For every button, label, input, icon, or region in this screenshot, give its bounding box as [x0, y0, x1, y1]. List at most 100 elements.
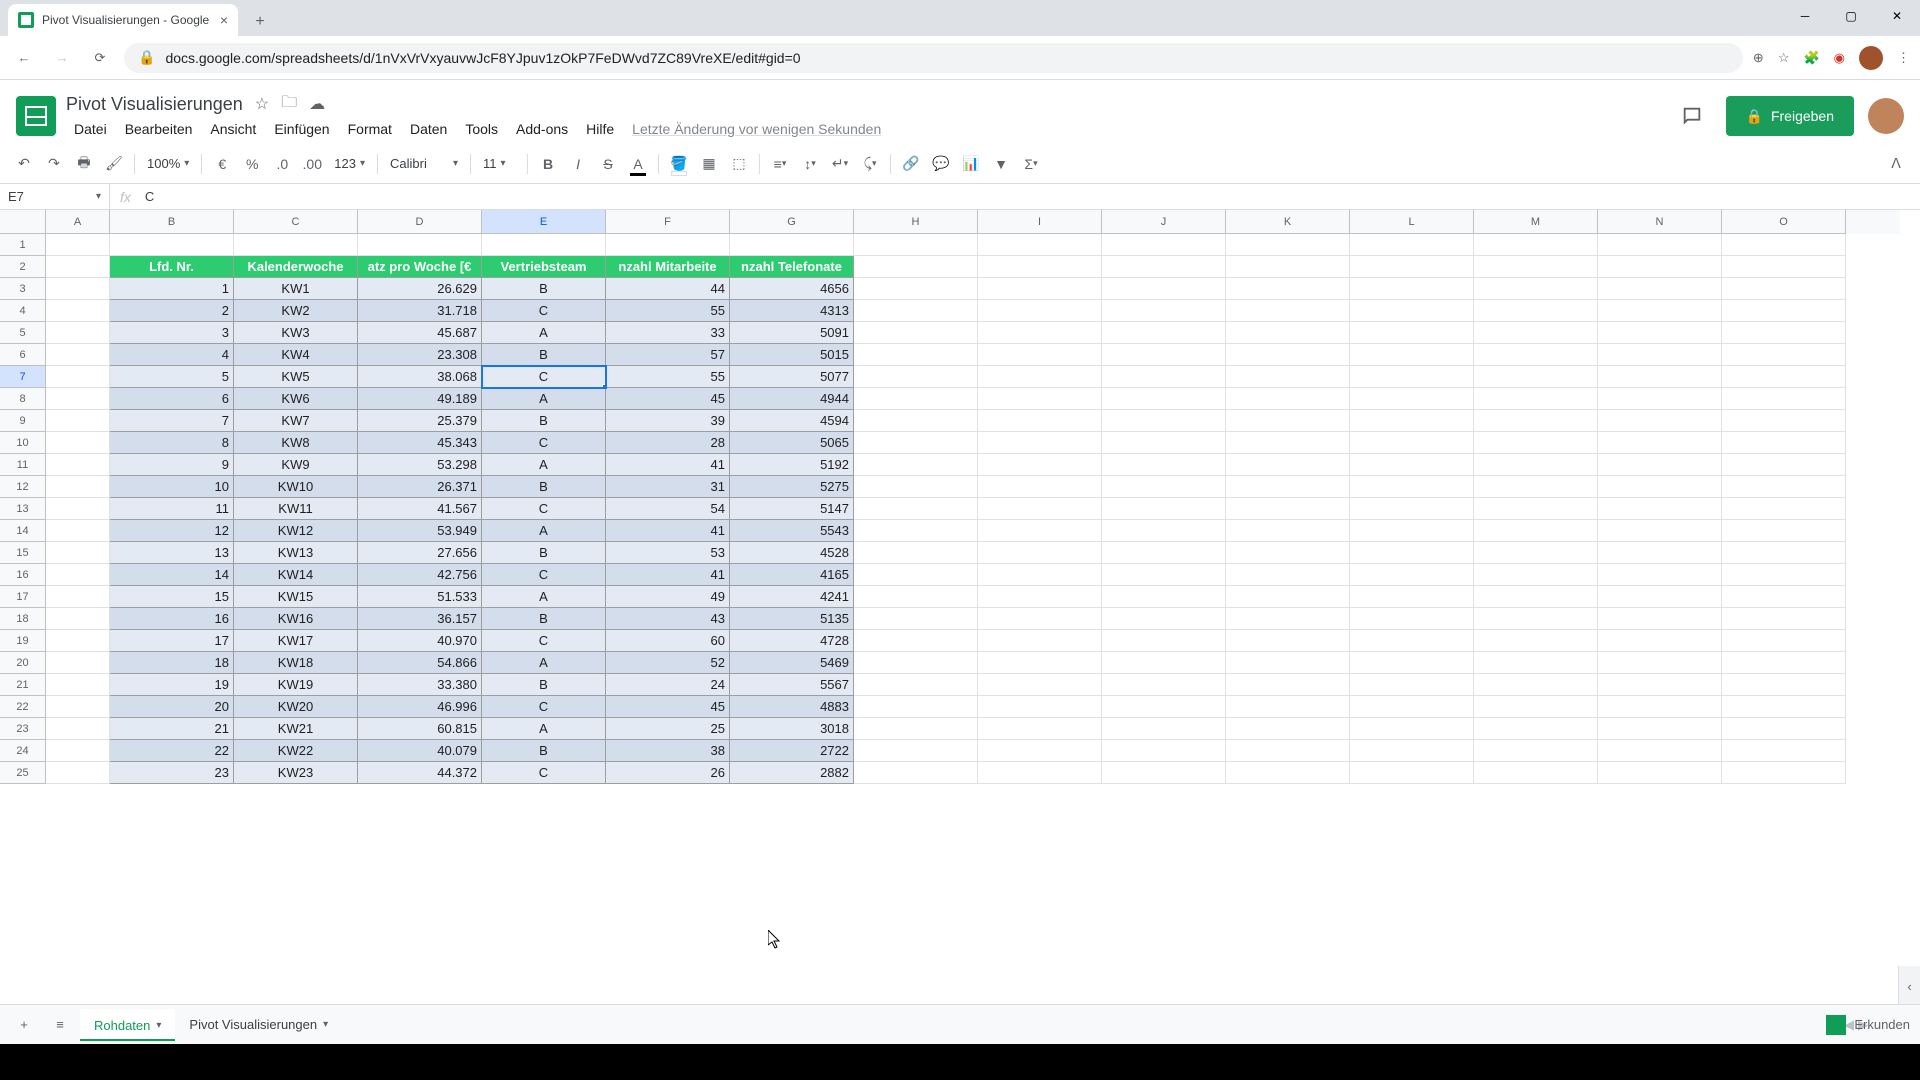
cell-C2[interactable]: Kalenderwoche — [234, 256, 358, 278]
row-header[interactable]: 8 — [0, 388, 46, 410]
cell-O14[interactable] — [1722, 520, 1846, 542]
cell-A13[interactable] — [46, 498, 110, 520]
cell-N20[interactable] — [1598, 652, 1722, 674]
cell-M6[interactable] — [1474, 344, 1598, 366]
cell-N8[interactable] — [1598, 388, 1722, 410]
cell-E21[interactable]: B — [482, 674, 606, 696]
selection-handle[interactable] — [602, 384, 606, 388]
cell-D11[interactable]: 53.298 — [358, 454, 482, 476]
cell-A20[interactable] — [46, 652, 110, 674]
cell-C25[interactable]: KW23 — [234, 762, 358, 784]
spreadsheet-grid[interactable]: ABCDEFGHIJKLMNO 12Lfd. Nr.Kalenderwochea… — [0, 210, 1900, 1004]
cell-H3[interactable] — [854, 278, 978, 300]
cell-D2[interactable]: atz pro Woche [€ — [358, 256, 482, 278]
row-header[interactable]: 23 — [0, 718, 46, 740]
insert-chart-icon[interactable]: 📊 — [957, 150, 985, 178]
cell-N17[interactable] — [1598, 586, 1722, 608]
col-header-L[interactable]: L — [1350, 210, 1474, 234]
row-header[interactable]: 6 — [0, 344, 46, 366]
cell-O6[interactable] — [1722, 344, 1846, 366]
cell-F12[interactable]: 31 — [606, 476, 730, 498]
cell-I18[interactable] — [978, 608, 1102, 630]
cell-L22[interactable] — [1350, 696, 1474, 718]
cell-K21[interactable] — [1226, 674, 1350, 696]
cell-C11[interactable]: KW9 — [234, 454, 358, 476]
zoom-select[interactable]: 100%▾ — [141, 151, 195, 177]
cell-I4[interactable] — [978, 300, 1102, 322]
cell-H12[interactable] — [854, 476, 978, 498]
cell-G12[interactable]: 5275 — [730, 476, 854, 498]
row-header[interactable]: 21 — [0, 674, 46, 696]
cell-L9[interactable] — [1350, 410, 1474, 432]
cell-F5[interactable]: 33 — [606, 322, 730, 344]
sheet-tab-rohdaten[interactable]: Rohdaten▾ — [80, 1009, 175, 1041]
cell-N2[interactable] — [1598, 256, 1722, 278]
cell-J1[interactable] — [1102, 234, 1226, 256]
cell-I3[interactable] — [978, 278, 1102, 300]
cell-J18[interactable] — [1102, 608, 1226, 630]
cell-D17[interactable]: 51.533 — [358, 586, 482, 608]
cell-G23[interactable]: 3018 — [730, 718, 854, 740]
cell-O8[interactable] — [1722, 388, 1846, 410]
cell-L11[interactable] — [1350, 454, 1474, 476]
document-title[interactable]: Pivot Visualisierungen — [66, 94, 243, 115]
cell-B24[interactable]: 22 — [110, 740, 234, 762]
last-edit-text[interactable]: Letzte Änderung vor wenigen Sekunden — [632, 121, 881, 137]
menu-hilfe[interactable]: Hilfe — [578, 119, 622, 139]
col-header-I[interactable]: I — [978, 210, 1102, 234]
cell-D21[interactable]: 33.380 — [358, 674, 482, 696]
add-sheet-button[interactable]: + — [8, 1009, 40, 1041]
cell-L25[interactable] — [1350, 762, 1474, 784]
cell-K23[interactable] — [1226, 718, 1350, 740]
sheets-logo-icon[interactable] — [16, 96, 56, 136]
cell-B6[interactable]: 4 — [110, 344, 234, 366]
cell-F11[interactable]: 41 — [606, 454, 730, 476]
cell-I20[interactable] — [978, 652, 1102, 674]
cell-K10[interactable] — [1226, 432, 1350, 454]
cell-J5[interactable] — [1102, 322, 1226, 344]
cell-I15[interactable] — [978, 542, 1102, 564]
cell-C10[interactable]: KW8 — [234, 432, 358, 454]
cell-B19[interactable]: 17 — [110, 630, 234, 652]
cell-J3[interactable] — [1102, 278, 1226, 300]
cell-F13[interactable]: 54 — [606, 498, 730, 520]
cell-O2[interactable] — [1722, 256, 1846, 278]
cell-N18[interactable] — [1598, 608, 1722, 630]
cell-L18[interactable] — [1350, 608, 1474, 630]
cell-I24[interactable] — [978, 740, 1102, 762]
cell-L21[interactable] — [1350, 674, 1474, 696]
cell-K7[interactable] — [1226, 366, 1350, 388]
cell-N24[interactable] — [1598, 740, 1722, 762]
cell-M16[interactable] — [1474, 564, 1598, 586]
cell-O24[interactable] — [1722, 740, 1846, 762]
cell-N4[interactable] — [1598, 300, 1722, 322]
cell-B18[interactable]: 16 — [110, 608, 234, 630]
row-header[interactable]: 24 — [0, 740, 46, 762]
text-rotation-icon[interactable]: ⤹▾ — [856, 150, 884, 178]
cell-J15[interactable] — [1102, 542, 1226, 564]
cell-L6[interactable] — [1350, 344, 1474, 366]
row-header[interactable]: 14 — [0, 520, 46, 542]
cell-I8[interactable] — [978, 388, 1102, 410]
cell-M5[interactable] — [1474, 322, 1598, 344]
cell-M1[interactable] — [1474, 234, 1598, 256]
profile-avatar-small[interactable] — [1859, 46, 1883, 70]
url-field[interactable]: 🔒 docs.google.com/spreadsheets/d/1nVxVrV… — [124, 43, 1743, 73]
cell-L7[interactable] — [1350, 366, 1474, 388]
bold-icon[interactable]: B — [534, 150, 562, 178]
cell-A19[interactable] — [46, 630, 110, 652]
comments-button[interactable] — [1672, 96, 1712, 136]
cell-M12[interactable] — [1474, 476, 1598, 498]
star-icon[interactable]: ☆ — [255, 94, 269, 114]
cell-O23[interactable] — [1722, 718, 1846, 740]
cell-L2[interactable] — [1350, 256, 1474, 278]
cell-K2[interactable] — [1226, 256, 1350, 278]
cell-C18[interactable]: KW16 — [234, 608, 358, 630]
cell-G4[interactable]: 4313 — [730, 300, 854, 322]
increase-decimal-icon[interactable]: .00 — [298, 150, 326, 178]
cell-J20[interactable] — [1102, 652, 1226, 674]
row-header[interactable]: 22 — [0, 696, 46, 718]
cell-E20[interactable]: A — [482, 652, 606, 674]
cell-M4[interactable] — [1474, 300, 1598, 322]
cell-K11[interactable] — [1226, 454, 1350, 476]
